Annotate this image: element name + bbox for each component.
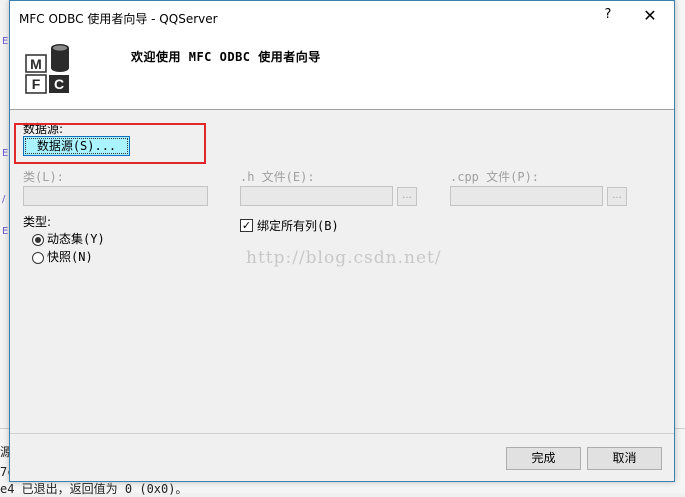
type-group-label: 类型:: [23, 215, 52, 229]
cancel-button[interactable]: 取消: [587, 447, 662, 470]
h-file-field[interactable]: [240, 186, 393, 206]
output-line: e4 已退出，返回值为 0 (0x0)。: [0, 482, 188, 496]
class-label: 类(L):: [23, 170, 64, 184]
watermark-text: http://blog.csdn.net/: [246, 248, 442, 268]
bind-all-label[interactable]: 绑定所有列(B): [257, 217, 339, 234]
mfc-database-logo-icon: M F C: [25, 44, 69, 94]
h-file-browse-button[interactable]: ...: [397, 187, 417, 206]
editor-mark: E: [2, 148, 9, 159]
header-title: 欢迎使用 MFC ODBC 使用者向导: [131, 50, 321, 64]
h-file-label: .h 文件(E):: [240, 170, 315, 184]
logo-letter: F: [32, 76, 41, 92]
editor-mark: /: [2, 194, 6, 205]
class-field[interactable]: [23, 186, 208, 206]
bind-all-checkbox[interactable]: ✓: [240, 219, 253, 232]
cpp-file-browse-button[interactable]: ...: [607, 187, 627, 206]
logo-letter: M: [30, 56, 42, 72]
close-button[interactable]: ✕: [638, 5, 662, 27]
wizard-dialog: MFC ODBC 使用者向导 - QQServer ? ✕ M F C 欢迎使用…: [9, 0, 675, 482]
window-title: MFC ODBC 使用者向导 - QQServer: [19, 12, 218, 26]
editor-mark: E: [2, 226, 9, 237]
footer-divider: [10, 433, 674, 434]
cpp-file-label: .cpp 文件(P):: [450, 170, 540, 184]
help-button[interactable]: ?: [598, 7, 618, 27]
editor-mark: E: [2, 36, 9, 47]
dynaset-radio-label[interactable]: 动态集(Y): [47, 230, 105, 247]
datasource-button[interactable]: 数据源(S)...: [23, 136, 130, 156]
finish-button[interactable]: 完成: [506, 447, 581, 470]
logo-letter: C: [54, 76, 64, 92]
cpp-file-field[interactable]: [450, 186, 603, 206]
dynaset-radio[interactable]: [32, 234, 44, 246]
snapshot-radio-label[interactable]: 快照(N): [47, 248, 93, 265]
title-bar[interactable]: MFC ODBC 使用者向导 - QQServer ? ✕: [10, 1, 674, 32]
editor-scrollbar[interactable]: [674, 0, 685, 493]
wizard-header: M F C 欢迎使用 MFC ODBC 使用者向导: [10, 32, 674, 110]
snapshot-radio[interactable]: [32, 252, 44, 264]
